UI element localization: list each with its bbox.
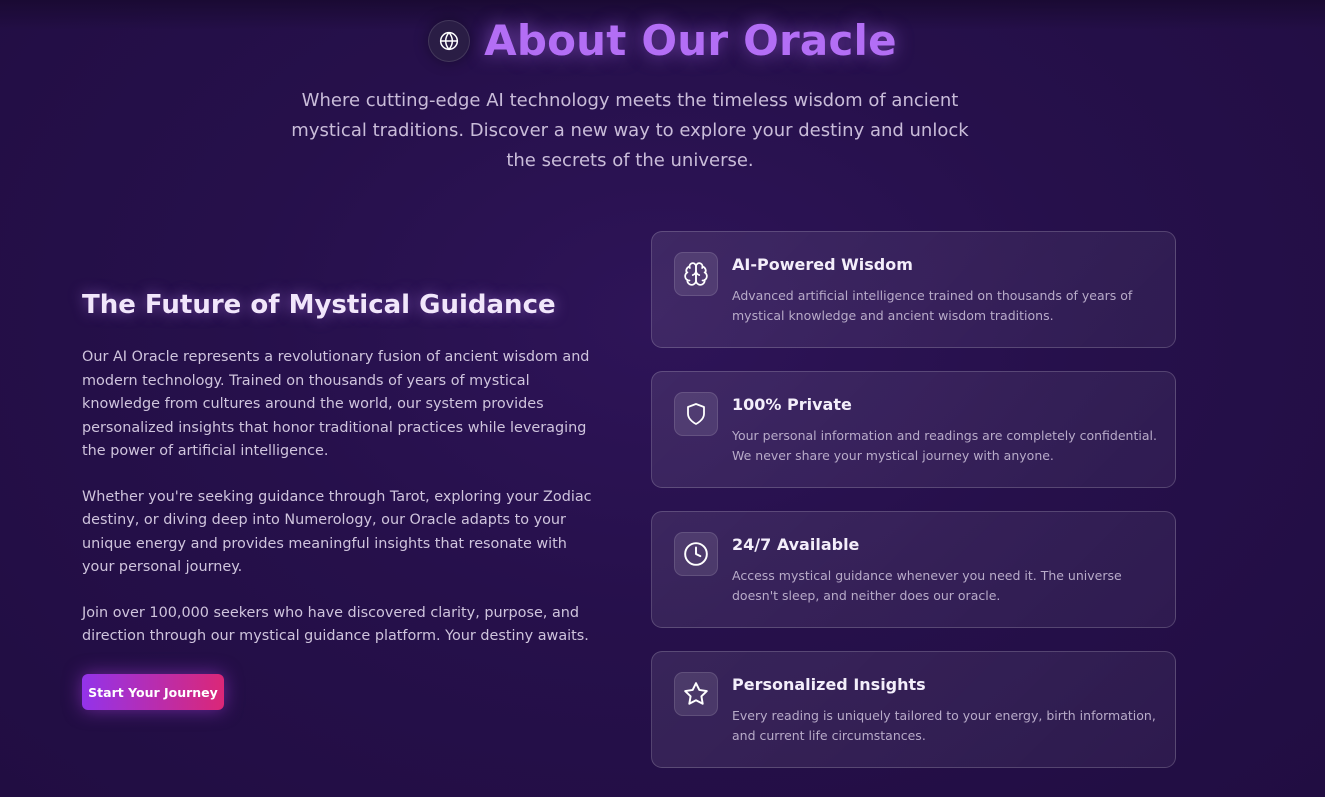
feature-title: 100% Private bbox=[732, 395, 852, 414]
start-journey-button[interactable]: Start Your Journey bbox=[82, 674, 224, 710]
star-icon bbox=[674, 672, 718, 716]
globe-icon bbox=[428, 20, 471, 62]
feature-description: Every reading is uniquely tailored to yo… bbox=[732, 708, 1156, 743]
section-header: About Our Oracle bbox=[0, 14, 1325, 68]
page-title: About Our Oracle bbox=[484, 16, 897, 65]
feature-card-available: 24/7 Available Access mystical guidance … bbox=[651, 511, 1176, 628]
feature-title: AI-Powered Wisdom bbox=[732, 255, 913, 274]
feature-description: Access mystical guidance whenever you ne… bbox=[732, 568, 1122, 603]
intro-paragraph-1: Our AI Oracle represents a revolutionary… bbox=[82, 349, 590, 459]
feature-card-private: 100% Private Your personal information a… bbox=[651, 371, 1176, 488]
clock-icon bbox=[674, 532, 718, 576]
feature-title: Personalized Insights bbox=[732, 675, 926, 694]
intro-section: The Future of Mystical Guidance Our AI O… bbox=[82, 286, 602, 649]
intro-title: The Future of Mystical Guidance bbox=[82, 290, 556, 320]
feature-description: Advanced artificial intelligence trained… bbox=[732, 288, 1133, 323]
feature-title: 24/7 Available bbox=[732, 535, 860, 554]
feature-card-ai-wisdom: AI-Powered Wisdom Advanced artificial in… bbox=[651, 231, 1176, 348]
shield-icon bbox=[674, 392, 718, 436]
feature-card-personalized: Personalized Insights Every reading is u… bbox=[651, 651, 1176, 768]
page-subtitle: Where cutting-edge AI technology meets t… bbox=[291, 90, 969, 171]
intro-paragraph-3: Join over 100,000 seekers who have disco… bbox=[82, 604, 589, 645]
intro-paragraph-2: Whether you're seeking guidance through … bbox=[82, 488, 592, 576]
feature-description: Your personal information and readings a… bbox=[732, 428, 1157, 463]
brain-icon bbox=[674, 252, 718, 296]
